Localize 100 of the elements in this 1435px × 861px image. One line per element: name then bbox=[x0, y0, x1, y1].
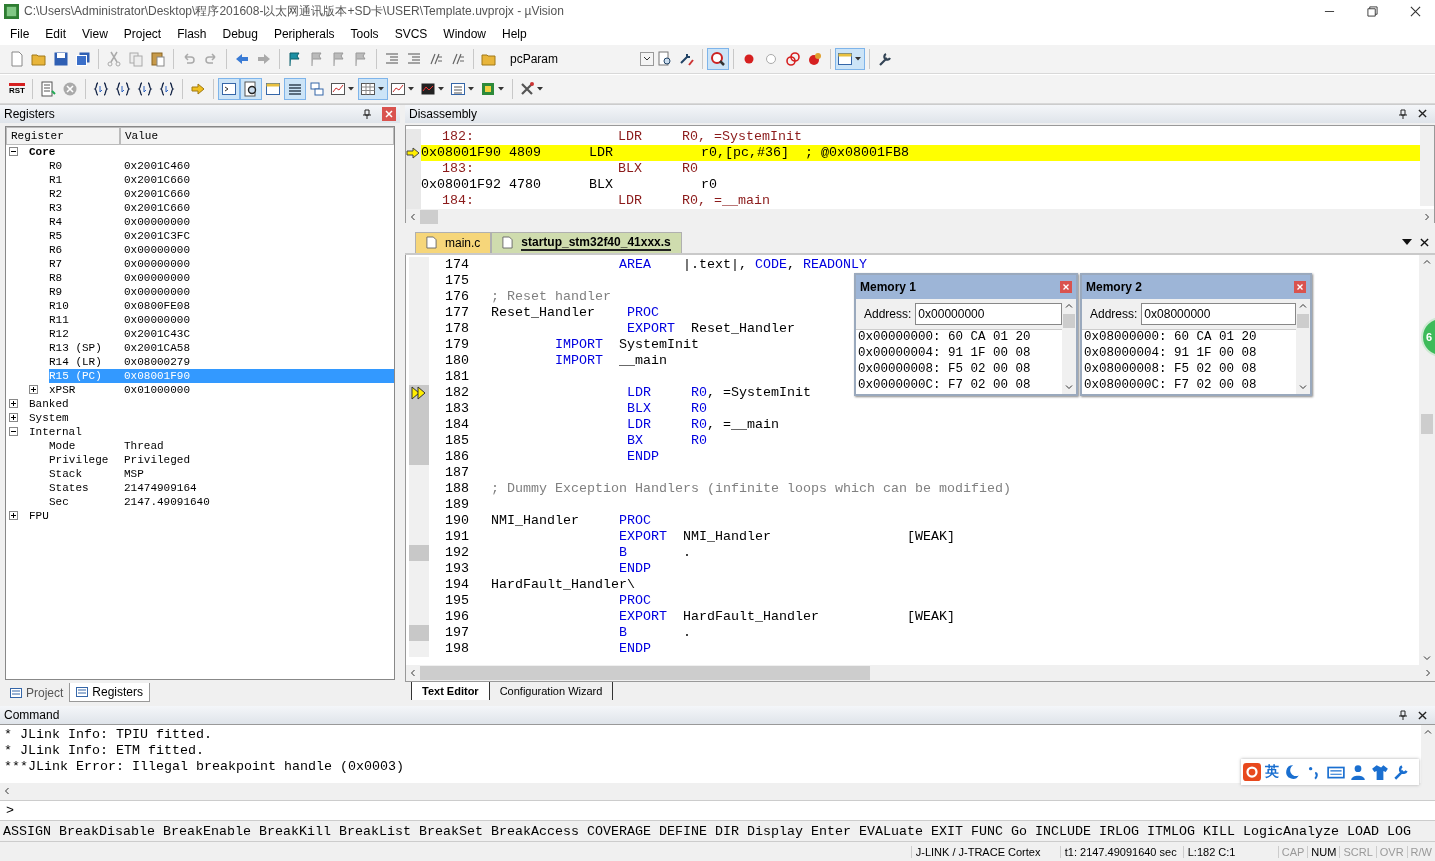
person-icon[interactable] bbox=[1349, 763, 1367, 782]
file-tab[interactable]: startup_stm32f40_41xxx.s bbox=[491, 231, 682, 253]
close-icon[interactable] bbox=[1418, 710, 1427, 720]
debug-icon bbox=[710, 50, 726, 67]
expand-toggle-icon[interactable] bbox=[9, 399, 18, 409]
function-combo[interactable]: pcParam bbox=[504, 48, 654, 69]
register-row[interactable]: R5 0x2001C3FC bbox=[49, 228, 394, 243]
horizontal-scrollbar[interactable] bbox=[406, 208, 1434, 225]
expand-toggle-icon[interactable] bbox=[9, 147, 18, 157]
menu-item[interactable]: Edit bbox=[37, 26, 75, 41]
expand-toggle-icon[interactable] bbox=[29, 385, 38, 395]
register-row[interactable]: Sec 2147.49091640 bbox=[49, 494, 394, 509]
column-header[interactable]: Value bbox=[120, 126, 394, 145]
scroll-down-icon[interactable] bbox=[1423, 654, 1431, 663]
pin-icon[interactable] bbox=[1398, 108, 1408, 119]
toolbar-dropdown-button[interactable] bbox=[358, 77, 388, 100]
dropdown-icon[interactable] bbox=[1402, 238, 1412, 245]
vertical-scrollbar[interactable] bbox=[1421, 725, 1435, 784]
scroll-right-icon[interactable] bbox=[1424, 669, 1432, 678]
menu-item[interactable]: Help bbox=[494, 26, 535, 41]
vertical-scrollbar[interactable] bbox=[1419, 254, 1435, 666]
close-icon[interactable] bbox=[1420, 237, 1429, 247]
register-row[interactable]: R3 0x2001C660 bbox=[49, 200, 394, 215]
editor-view-tab[interactable]: Configuration Wizard bbox=[488, 682, 614, 701]
scroll-up-icon[interactable] bbox=[1424, 728, 1432, 737]
close-icon[interactable] bbox=[1410, 6, 1421, 18]
register-row[interactable]: R1 0x2001C660 bbox=[49, 172, 394, 187]
scroll-up-icon[interactable] bbox=[1065, 301, 1073, 310]
ime-logo-icon[interactable] bbox=[1243, 763, 1261, 782]
vertical-scrollbar[interactable] bbox=[1296, 298, 1310, 394]
register-row[interactable]: System bbox=[29, 410, 394, 425]
register-row[interactable]: States 21474909164 bbox=[49, 480, 394, 495]
scroll-thumb[interactable] bbox=[1063, 313, 1075, 328]
expand-toggle-icon[interactable] bbox=[9, 427, 18, 437]
editor-view-tab[interactable]: Text Editor bbox=[411, 682, 490, 701]
address-field[interactable]: 0x00000000 bbox=[915, 302, 1062, 325]
register-row[interactable]: R14 (LR) 0x08000279 bbox=[49, 354, 394, 369]
scroll-thumb[interactable] bbox=[1421, 413, 1433, 434]
menu-item[interactable]: Tools bbox=[342, 26, 387, 41]
moon-icon[interactable] bbox=[1283, 763, 1301, 782]
panel-tab[interactable]: Registers bbox=[69, 683, 151, 703]
menu-item[interactable]: Debug bbox=[214, 26, 266, 41]
scroll-left-icon[interactable] bbox=[3, 787, 11, 796]
register-row[interactable]: R2 0x2001C660 bbox=[49, 186, 394, 201]
language-indicator[interactable]: 英 bbox=[1265, 763, 1279, 782]
register-row[interactable]: Banked bbox=[29, 396, 394, 411]
register-row[interactable]: R10 0x0800FE08 bbox=[49, 298, 394, 313]
menu-item[interactable]: View bbox=[74, 26, 116, 41]
scroll-down-icon[interactable] bbox=[1065, 382, 1073, 391]
reset-button[interactable]: RST bbox=[6, 77, 28, 100]
restore-icon[interactable] bbox=[1367, 6, 1378, 18]
close-icon[interactable] bbox=[1418, 109, 1427, 119]
menu-item[interactable]: SVCS bbox=[386, 26, 436, 41]
toolbar-button[interactable] bbox=[707, 47, 729, 70]
register-row[interactable]: R0 0x2001C460 bbox=[49, 158, 394, 173]
scroll-left-icon[interactable] bbox=[409, 669, 417, 678]
menu-item[interactable]: File bbox=[2, 26, 38, 41]
menu-item[interactable]: Flash bbox=[169, 26, 215, 41]
expand-toggle-icon[interactable] bbox=[9, 511, 18, 521]
register-row[interactable]: R9 0x00000000 bbox=[49, 284, 394, 299]
toolbar-button[interactable] bbox=[240, 77, 262, 100]
scroll-down-icon[interactable] bbox=[1299, 382, 1307, 391]
column-header[interactable]: Register bbox=[6, 126, 120, 145]
register-row[interactable]: R13 (SP) 0x2001CA58 bbox=[49, 340, 394, 355]
scroll-right-icon[interactable] bbox=[1423, 212, 1431, 221]
register-row[interactable]: Mode Thread bbox=[49, 438, 394, 453]
register-row[interactable]: R7 0x00000000 bbox=[49, 256, 394, 271]
panel-tab[interactable]: Project bbox=[4, 684, 70, 703]
menu-item[interactable]: Peripherals bbox=[265, 26, 343, 41]
vertical-scrollbar[interactable] bbox=[1062, 298, 1076, 394]
register-row[interactable]: R8 0x00000000 bbox=[49, 270, 394, 285]
wrench-icon[interactable] bbox=[1393, 763, 1411, 782]
file-tab[interactable]: main.c bbox=[415, 231, 492, 253]
dropdown-icon[interactable] bbox=[640, 51, 654, 66]
menu-item[interactable]: Window bbox=[435, 26, 494, 41]
register-row[interactable]: R11 0x00000000 bbox=[49, 312, 394, 327]
scroll-up-icon[interactable] bbox=[1299, 301, 1307, 310]
register-row[interactable]: R12 0x2001C43C bbox=[49, 326, 394, 341]
shirt-icon[interactable] bbox=[1371, 763, 1389, 782]
address-field[interactable]: 0x08000000 bbox=[1141, 302, 1296, 325]
scroll-thumb[interactable] bbox=[1297, 313, 1309, 328]
register-row[interactable]: R6 0x00000000 bbox=[49, 242, 394, 257]
command-input[interactable]: > bbox=[0, 800, 1435, 822]
pin-icon[interactable] bbox=[362, 108, 372, 119]
menu-item[interactable]: Project bbox=[115, 26, 170, 41]
scroll-up-icon[interactable] bbox=[1423, 257, 1431, 266]
register-row[interactable]: xPSR 0x01000000 bbox=[49, 382, 394, 397]
register-row[interactable]: Privilege Privileged bbox=[49, 452, 394, 467]
panel-title: Registers bbox=[4, 106, 56, 121]
vertical-scrollbar[interactable] bbox=[1420, 125, 1434, 206]
register-row[interactable]: Internal bbox=[29, 424, 394, 439]
scroll-thumb[interactable] bbox=[420, 209, 438, 224]
register-row[interactable]: R4 0x00000000 bbox=[49, 214, 394, 229]
register-row[interactable]: FPU bbox=[29, 508, 394, 523]
expand-toggle-icon[interactable] bbox=[9, 413, 18, 423]
register-row[interactable]: Core bbox=[29, 144, 394, 159]
scroll-left-icon[interactable] bbox=[409, 212, 417, 221]
scroll-thumb[interactable] bbox=[420, 666, 870, 681]
register-row[interactable]: Stack MSP bbox=[49, 466, 394, 481]
pin-icon[interactable] bbox=[1398, 710, 1408, 721]
